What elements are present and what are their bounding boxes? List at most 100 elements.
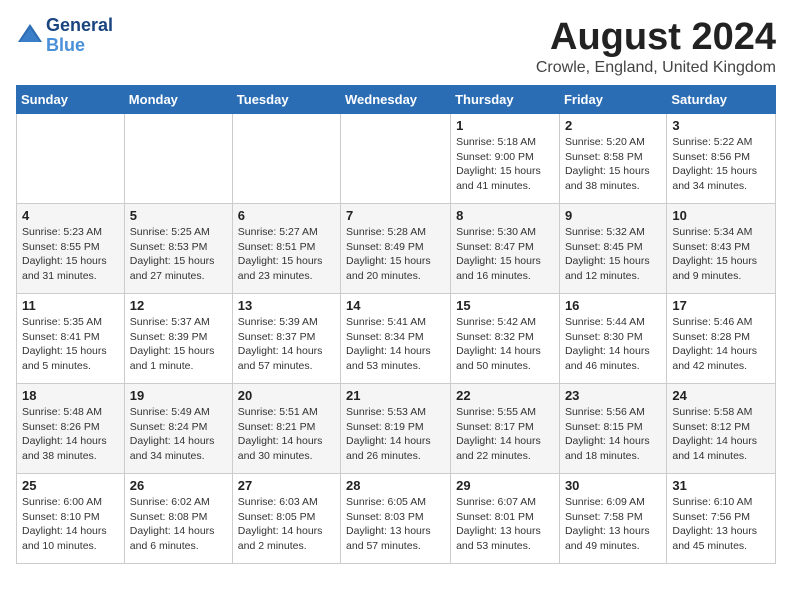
weekday-header-sunday: Sunday [17, 86, 125, 114]
day-detail: Sunrise: 6:05 AMSunset: 8:03 PMDaylight:… [346, 495, 445, 554]
day-detail: Sunrise: 5:18 AMSunset: 9:00 PMDaylight:… [456, 135, 554, 194]
day-detail: Sunrise: 5:22 AMSunset: 8:56 PMDaylight:… [672, 135, 770, 194]
day-number: 2 [565, 118, 661, 133]
day-number: 20 [238, 388, 335, 403]
page-header: General Blue August 2024 Crowle, England… [16, 16, 776, 77]
day-detail: Sunrise: 6:07 AMSunset: 8:01 PMDaylight:… [456, 495, 554, 554]
logo-icon [16, 22, 44, 50]
calendar-table: SundayMondayTuesdayWednesdayThursdayFrid… [16, 85, 776, 564]
day-number: 7 [346, 208, 445, 223]
day-detail: Sunrise: 5:51 AMSunset: 8:21 PMDaylight:… [238, 405, 335, 464]
day-detail: Sunrise: 6:00 AMSunset: 8:10 PMDaylight:… [22, 495, 119, 554]
calendar-day-8: 8Sunrise: 5:30 AMSunset: 8:47 PMDaylight… [451, 204, 560, 294]
day-detail: Sunrise: 5:39 AMSunset: 8:37 PMDaylight:… [238, 315, 335, 374]
location-subtitle: Crowle, England, United Kingdom [536, 59, 776, 77]
day-detail: Sunrise: 5:32 AMSunset: 8:45 PMDaylight:… [565, 225, 661, 284]
day-number: 27 [238, 478, 335, 493]
calendar-day-28: 28 Sunrise: 6:05 AMSunset: 8:03 PMDayligh… [341, 474, 451, 564]
day-detail: Sunrise: 5:48 AMSunset: 8:26 PMDaylight:… [22, 405, 119, 464]
calendar-day-empty [124, 114, 232, 204]
weekday-header-monday: Monday [124, 86, 232, 114]
calendar-week-row: 11 Sunrise: 5:35 AMSunset: 8:41 PMDayligh… [17, 294, 776, 384]
calendar-day-24: 24 Sunrise: 5:58 AMSunset: 8:12 PMDayligh… [667, 384, 776, 474]
calendar-day-19: 19Sunrise: 5:49 AMSunset: 8:24 PMDayligh… [124, 384, 232, 474]
day-detail: Sunrise: 5:58 AMSunset: 8:12 PMDaylight:… [672, 405, 770, 464]
day-detail: Sunrise: 5:23 AMSunset: 8:55 PMDaylight:… [22, 225, 119, 284]
calendar-day-5: 5Sunrise: 5:25 AMSunset: 8:53 PMDaylight… [124, 204, 232, 294]
day-number: 29 [456, 478, 554, 493]
day-detail: Sunrise: 6:09 AMSunset: 7:58 PMDaylight:… [565, 495, 661, 554]
calendar-day-7: 7 Sunrise: 5:28 AMSunset: 8:49 PMDaylight… [341, 204, 451, 294]
calendar-day-12: 12Sunrise: 5:37 AMSunset: 8:39 PMDayligh… [124, 294, 232, 384]
calendar-week-row: 1 Sunrise: 5:18 AMSunset: 9:00 PMDaylight… [17, 114, 776, 204]
logo: General Blue [16, 16, 113, 56]
day-number: 1 [456, 118, 554, 133]
calendar-day-29: 29 Sunrise: 6:07 AMSunset: 8:01 PMDayligh… [451, 474, 560, 564]
calendar-day-1: 1 Sunrise: 5:18 AMSunset: 9:00 PMDaylight… [451, 114, 560, 204]
day-detail: Sunrise: 5:27 AMSunset: 8:51 PMDaylight:… [238, 225, 335, 284]
day-number: 3 [672, 118, 770, 133]
weekday-header-wednesday: Wednesday [341, 86, 451, 114]
day-detail: Sunrise: 5:35 AMSunset: 8:41 PMDaylight:… [22, 315, 119, 374]
calendar-day-15: 15 Sunrise: 5:42 AMSunset: 8:32 PMDayligh… [451, 294, 560, 384]
day-number: 26 [130, 478, 227, 493]
day-number: 16 [565, 298, 661, 313]
calendar-day-22: 22Sunrise: 5:55 AMSunset: 8:17 PMDayligh… [451, 384, 560, 474]
calendar-day-17: 17Sunrise: 5:46 AMSunset: 8:28 PMDayligh… [667, 294, 776, 384]
day-number: 25 [22, 478, 119, 493]
calendar-body: 1 Sunrise: 5:18 AMSunset: 9:00 PMDaylight… [17, 114, 776, 564]
day-detail: Sunrise: 5:42 AMSunset: 8:32 PMDaylight:… [456, 315, 554, 374]
calendar-day-31: 31Sunrise: 6:10 AMSunset: 7:56 PMDayligh… [667, 474, 776, 564]
day-detail: Sunrise: 5:56 AMSunset: 8:15 PMDaylight:… [565, 405, 661, 464]
calendar-week-row: 18Sunrise: 5:48 AMSunset: 8:26 PMDayligh… [17, 384, 776, 474]
calendar-day-30: 30 Sunrise: 6:09 AMSunset: 7:58 PMDayligh… [559, 474, 666, 564]
day-detail: Sunrise: 5:37 AMSunset: 8:39 PMDaylight:… [130, 315, 227, 374]
weekday-header-row: SundayMondayTuesdayWednesdayThursdayFrid… [17, 86, 776, 114]
day-detail: Sunrise: 5:30 AMSunset: 8:47 PMDaylight:… [456, 225, 554, 284]
day-number: 21 [346, 388, 445, 403]
day-number: 11 [22, 298, 119, 313]
day-detail: Sunrise: 5:46 AMSunset: 8:28 PMDaylight:… [672, 315, 770, 374]
month-title: August 2024 [536, 16, 776, 59]
day-detail: Sunrise: 5:20 AMSunset: 8:58 PMDaylight:… [565, 135, 661, 194]
calendar-day-11: 11 Sunrise: 5:35 AMSunset: 8:41 PMDayligh… [17, 294, 125, 384]
calendar-day-3: 3 Sunrise: 5:22 AMSunset: 8:56 PMDaylight… [667, 114, 776, 204]
logo-text-blue: Blue [46, 36, 113, 56]
day-number: 28 [346, 478, 445, 493]
calendar-day-empty [341, 114, 451, 204]
day-detail: Sunrise: 5:28 AMSunset: 8:49 PMDaylight:… [346, 225, 445, 284]
calendar-day-9: 9Sunrise: 5:32 AMSunset: 8:45 PMDaylight… [559, 204, 666, 294]
calendar-day-18: 18Sunrise: 5:48 AMSunset: 8:26 PMDayligh… [17, 384, 125, 474]
day-detail: Sunrise: 5:41 AMSunset: 8:34 PMDaylight:… [346, 315, 445, 374]
calendar-day-4: 4 Sunrise: 5:23 AMSunset: 8:55 PMDaylight… [17, 204, 125, 294]
calendar-day-25: 25 Sunrise: 6:00 AMSunset: 8:10 PMDayligh… [17, 474, 125, 564]
weekday-header-saturday: Saturday [667, 86, 776, 114]
day-number: 14 [346, 298, 445, 313]
day-number: 6 [238, 208, 335, 223]
day-detail: Sunrise: 5:34 AMSunset: 8:43 PMDaylight:… [672, 225, 770, 284]
weekday-header-friday: Friday [559, 86, 666, 114]
day-number: 15 [456, 298, 554, 313]
calendar-day-6: 6 Sunrise: 5:27 AMSunset: 8:51 PMDaylight… [232, 204, 340, 294]
calendar-day-empty [17, 114, 125, 204]
calendar-week-row: 25 Sunrise: 6:00 AMSunset: 8:10 PMDayligh… [17, 474, 776, 564]
calendar-day-27: 27 Sunrise: 6:03 AMSunset: 8:05 PMDayligh… [232, 474, 340, 564]
day-detail: Sunrise: 6:02 AMSunset: 8:08 PMDaylight:… [130, 495, 227, 554]
title-block: August 2024 Crowle, England, United King… [536, 16, 776, 77]
day-detail: Sunrise: 5:55 AMSunset: 8:17 PMDaylight:… [456, 405, 554, 464]
calendar-day-23: 23Sunrise: 5:56 AMSunset: 8:15 PMDayligh… [559, 384, 666, 474]
day-detail: Sunrise: 6:10 AMSunset: 7:56 PMDaylight:… [672, 495, 770, 554]
calendar-header: SundayMondayTuesdayWednesdayThursdayFrid… [17, 86, 776, 114]
calendar-day-14: 14 Sunrise: 5:41 AMSunset: 8:34 PMDayligh… [341, 294, 451, 384]
weekday-header-tuesday: Tuesday [232, 86, 340, 114]
day-detail: Sunrise: 6:03 AMSunset: 8:05 PMDaylight:… [238, 495, 335, 554]
day-detail: Sunrise: 5:53 AMSunset: 8:19 PMDaylight:… [346, 405, 445, 464]
calendar-day-16: 16Sunrise: 5:44 AMSunset: 8:30 PMDayligh… [559, 294, 666, 384]
day-number: 13 [238, 298, 335, 313]
calendar-day-13: 13 Sunrise: 5:39 AMSunset: 8:37 PMDayligh… [232, 294, 340, 384]
logo-text-general: General [46, 16, 113, 36]
calendar-day-10: 10Sunrise: 5:34 AMSunset: 8:43 PMDayligh… [667, 204, 776, 294]
day-number: 30 [565, 478, 661, 493]
day-number: 4 [22, 208, 119, 223]
day-number: 24 [672, 388, 770, 403]
